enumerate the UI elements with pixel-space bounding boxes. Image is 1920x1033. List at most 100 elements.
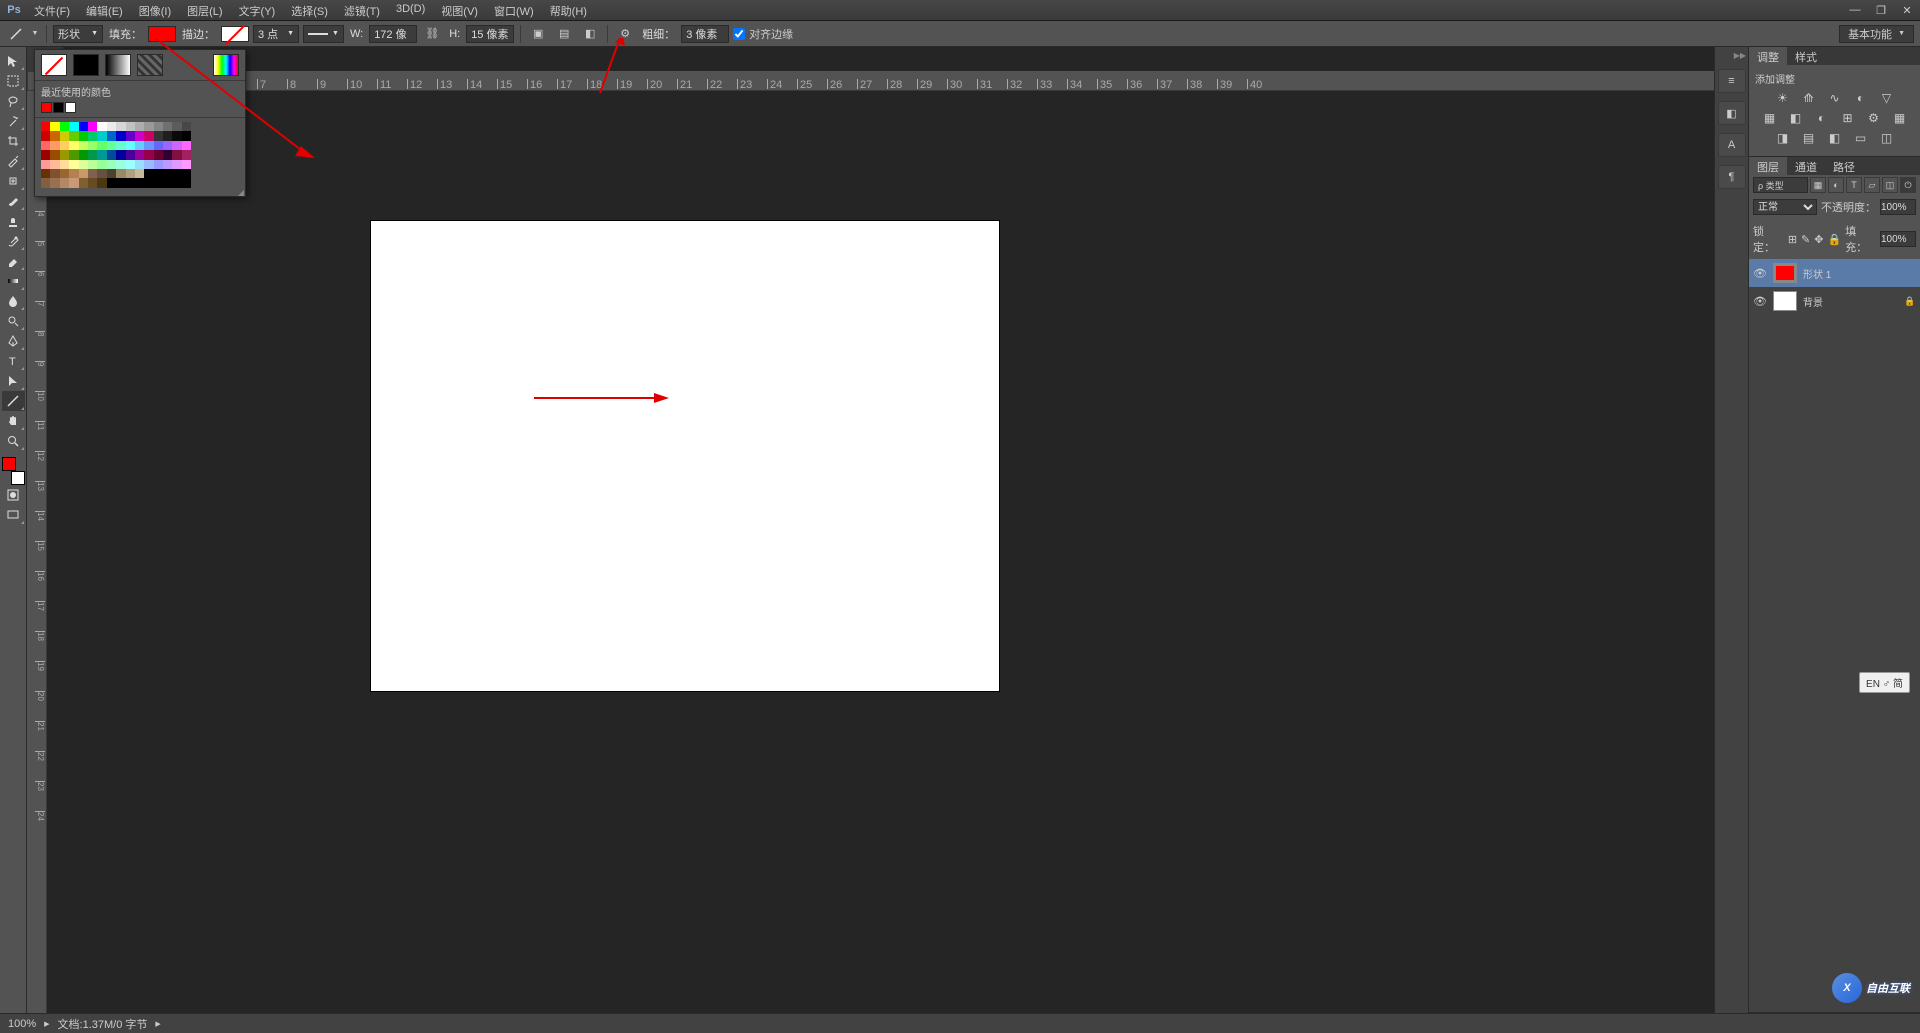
color-swatch[interactable] [116,160,125,169]
crop-tool[interactable] [2,131,25,151]
color-swatch[interactable] [79,122,88,131]
color-swatch[interactable] [97,169,106,178]
lock-paint-icon[interactable]: ✎ [1801,233,1810,246]
heal-tool[interactable] [2,171,25,191]
color-swatch[interactable] [41,122,50,131]
ime-indicator[interactable]: EN ♂ 简 [1859,672,1910,693]
color-swatch[interactable] [163,131,172,140]
paths-tab[interactable]: 路径 [1825,157,1863,175]
stamp-tool[interactable] [2,211,25,231]
document-canvas[interactable] [371,221,999,691]
menu-image[interactable]: 图像(I) [131,0,179,20]
recent-swatch[interactable] [41,102,52,113]
color-swatch[interactable] [126,122,135,131]
color-swatches[interactable] [2,457,25,485]
color-swatch[interactable] [60,160,69,169]
color-swatch[interactable] [163,150,172,159]
color-swatch[interactable] [135,169,144,178]
color-swatch[interactable] [97,131,106,140]
drawn-arrow-shape[interactable] [534,393,669,403]
ruler-vertical[interactable]: 0123456789101112131415161718192021222324 [27,91,47,1013]
styles-tab[interactable]: 样式 [1787,47,1825,65]
pattern-fill-swatch[interactable] [137,54,163,76]
eraser-tool[interactable] [2,251,25,271]
color-swatch[interactable] [41,169,50,178]
color-swatch[interactable] [107,178,116,187]
layer-filter-kind[interactable]: ρ 类型 [1753,177,1808,193]
eyedropper-tool[interactable] [2,151,25,171]
color-swatch[interactable] [163,122,172,131]
color-panel-icon[interactable]: ◧ [1718,101,1746,125]
color-picker-swatch[interactable] [213,54,239,76]
color-swatch[interactable] [135,150,144,159]
adj-curves-icon[interactable]: ∿ [1826,90,1844,106]
color-swatch[interactable] [154,169,163,178]
shape-mode-select[interactable]: 形状▼ [53,25,103,43]
color-swatch[interactable] [126,131,135,140]
color-swatch[interactable] [79,150,88,159]
color-swatch[interactable] [88,122,97,131]
color-swatch[interactable] [50,141,59,150]
color-swatch[interactable] [50,150,59,159]
color-swatch[interactable] [126,150,135,159]
layer-name[interactable]: 形状 1 [1803,266,1916,281]
color-swatch[interactable] [126,178,135,187]
color-swatch[interactable] [69,178,78,187]
gradient-fill-swatch[interactable] [105,54,131,76]
color-swatch[interactable] [144,160,153,169]
color-swatch[interactable] [107,150,116,159]
color-swatch[interactable] [60,169,69,178]
color-swatch[interactable] [88,178,97,187]
color-swatch[interactable] [79,178,88,187]
window-maximize[interactable]: ❐ [1868,0,1894,20]
color-swatch[interactable] [135,131,144,140]
color-swatch[interactable] [60,131,69,140]
color-swatch[interactable] [182,160,191,169]
visibility-icon[interactable]: 👁 [1753,266,1767,280]
channels-tab[interactable]: 通道 [1787,157,1825,175]
color-swatch[interactable] [41,178,50,187]
adj-brightness-icon[interactable]: ☀ [1774,90,1792,106]
color-swatch[interactable] [79,131,88,140]
color-swatch[interactable] [50,131,59,140]
color-swatch[interactable] [97,122,106,131]
char-panel-icon[interactable]: A [1718,133,1746,157]
color-swatch[interactable] [88,141,97,150]
screenmode-icon[interactable] [2,505,25,525]
adj-vibrance-icon[interactable]: ▽ [1878,90,1896,106]
color-swatch[interactable] [172,131,181,140]
color-swatch[interactable] [97,141,106,150]
stroke-swatch[interactable] [221,26,249,42]
path-ops-icon[interactable]: ▣ [527,24,549,44]
menu-file[interactable]: 文件(F) [26,0,78,20]
adj-map-icon[interactable]: ▦ [1891,110,1909,126]
adj-thresh-icon[interactable]: ◧ [1826,130,1844,146]
para-panel-icon[interactable]: ¶ [1718,165,1746,189]
color-swatch[interactable] [172,150,181,159]
gear-icon[interactable]: ⚙ [614,24,636,44]
no-fill-swatch[interactable] [41,54,67,76]
color-swatch[interactable] [154,122,163,131]
color-swatch[interactable] [126,169,135,178]
layer-shape1[interactable]: 👁 形状 1 [1749,259,1920,287]
color-swatch[interactable] [163,141,172,150]
menu-layer[interactable]: 图层(L) [179,0,230,20]
filter-type-icon[interactable]: T [1846,177,1862,193]
tool-preset-dropdown[interactable]: ▼ [30,24,40,44]
pen-tool[interactable] [2,331,25,351]
path-select-tool[interactable] [2,371,25,391]
color-swatch[interactable] [172,160,181,169]
color-swatch[interactable] [97,178,106,187]
filter-smart-icon[interactable]: ◫ [1882,177,1898,193]
quickmask-icon[interactable] [2,485,25,505]
gradient-tool[interactable] [2,271,25,291]
lock-all-icon[interactable]: 🔒 [1827,233,1841,246]
color-swatch[interactable] [41,131,50,140]
color-swatch[interactable] [144,178,153,187]
menu-filter[interactable]: 滤镜(T) [336,0,388,20]
color-swatch[interactable] [135,160,144,169]
adj-photo-icon[interactable]: ◐ [1813,110,1831,126]
height-input[interactable]: 15 像素 [466,25,514,43]
menu-3d[interactable]: 3D(D) [388,0,433,20]
link-wh-icon[interactable]: ⛓ [421,24,443,44]
